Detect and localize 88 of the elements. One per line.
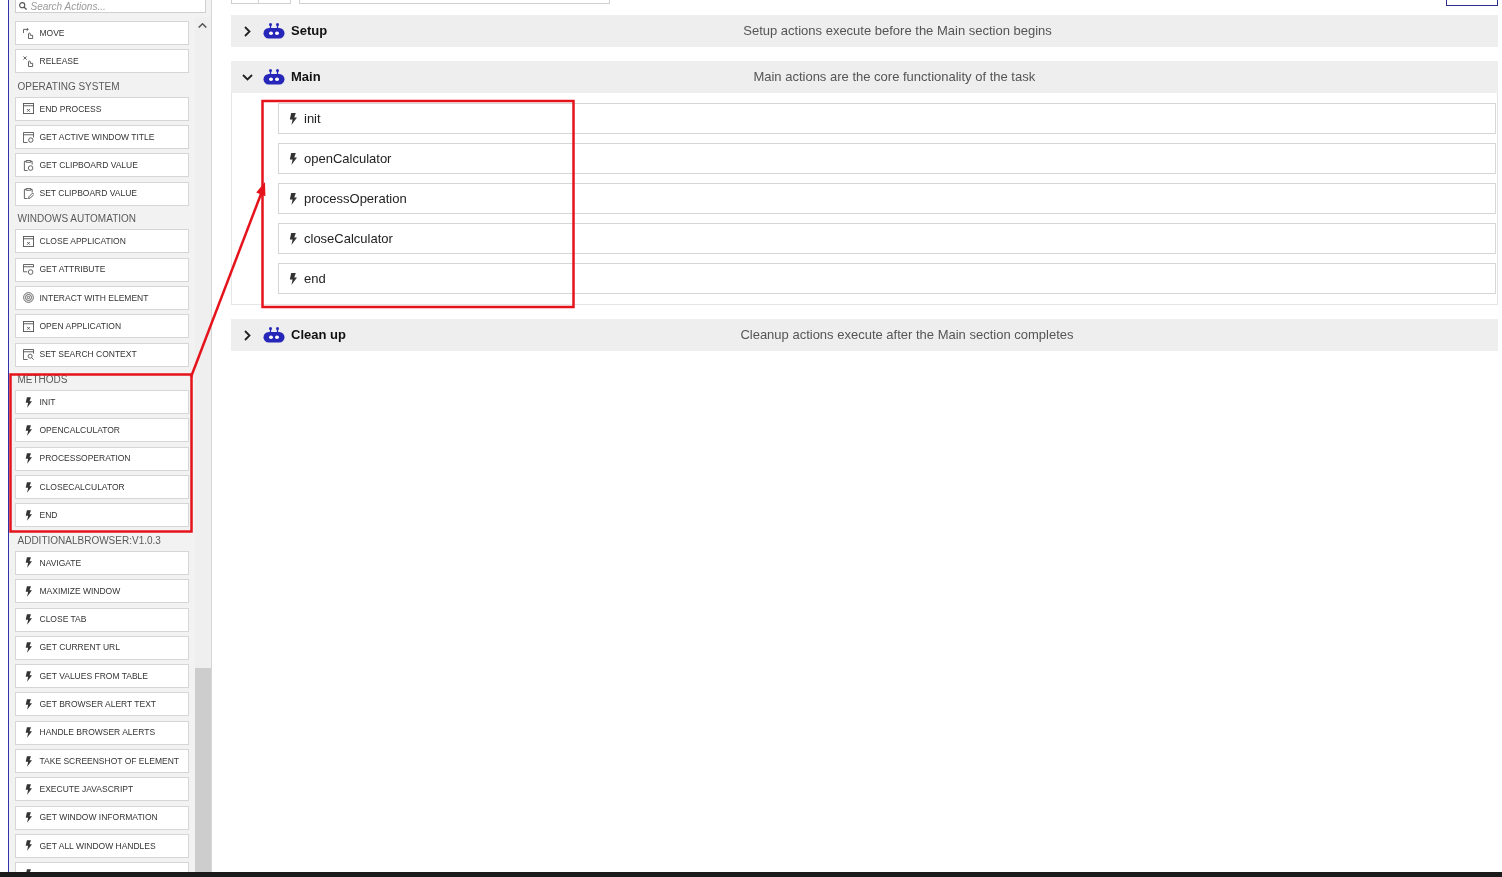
sidebar-item[interactable]: OPEN APPLICATION — [14, 314, 189, 339]
sidebar-item[interactable]: INIT — [14, 390, 189, 415]
sidebar-item[interactable]: TAKE SCREENSHOT OF ELEMENT — [14, 749, 189, 773]
pointer-arrow-icon — [22, 27, 34, 39]
action-row[interactable]: init — [278, 103, 1496, 134]
sidebar-item[interactable]: CLOSECALCULATOR — [14, 475, 189, 500]
bolt-icon — [24, 614, 32, 626]
bolt-icon — [24, 481, 32, 493]
sidebar-item[interactable]: GET CLIPBOARD VALUE — [14, 153, 189, 178]
toolbar-button[interactable] — [259, 0, 291, 4]
sidebar-item[interactable]: CLOSE TAB — [14, 607, 189, 632]
sidebar-item[interactable]: END — [14, 503, 189, 528]
text-field[interactable] — [299, 0, 610, 4]
pointer-x-icon — [22, 55, 34, 67]
bolt-icon — [289, 112, 297, 125]
sidebar-item[interactable]: CLOSE APPLICATION — [14, 229, 189, 254]
toolbar-button[interactable] — [231, 0, 259, 4]
section-title: Setup — [291, 22, 328, 41]
group-heading: OPERATING SYSTEM — [16, 79, 121, 93]
action-button[interactable] — [1446, 0, 1498, 6]
group-heading: ADDITIONALBROWSER:V1.0.3 — [16, 533, 162, 547]
bolt-icon — [24, 642, 32, 654]
sidebar-item[interactable]: NAVIGATE — [14, 550, 189, 575]
window-search-icon — [22, 349, 34, 361]
sidebar-item[interactable]: OPENCALCULATOR — [14, 418, 189, 443]
action-row[interactable]: end — [278, 263, 1496, 294]
group-heading: WINDOWS AUTOMATION — [16, 212, 137, 226]
sidebar-item[interactable]: SET CLIPBOARD VALUE — [14, 181, 189, 206]
bolt-icon — [289, 232, 297, 245]
target-icon — [22, 292, 34, 304]
bolt-icon — [24, 698, 32, 710]
bolt-icon — [24, 727, 32, 739]
window-icon — [22, 131, 34, 143]
action-row[interactable]: closeCalculator — [278, 223, 1496, 254]
robot-icon — [263, 69, 285, 85]
bolt-icon — [24, 840, 32, 852]
clipboard-icon — [22, 160, 34, 171]
group-heading: METHODS — [16, 372, 69, 386]
bolt-icon — [24, 783, 32, 795]
sidebar-item[interactable]: GET ALL WINDOW HANDLES — [14, 833, 189, 858]
bolt-icon — [24, 755, 32, 767]
sidebar-item[interactable]: GET ATTRIBUTE — [14, 257, 189, 282]
section-title: Main — [291, 68, 321, 87]
window-close-icon — [22, 103, 34, 115]
section-description: Setup actions execute before the Main section begins — [743, 22, 1052, 41]
bolt-icon — [24, 396, 32, 408]
section-header[interactable]: Main Main actions are the core functionality of the task — [231, 61, 1498, 93]
section-header[interactable]: Clean up Cleanup actions execute after the Main section completes — [231, 319, 1498, 351]
clipboard-pencil-icon — [22, 188, 34, 200]
bolt-icon — [24, 585, 32, 597]
window-close-icon — [22, 235, 34, 247]
sidebar-item[interactable]: GET WINDOW INFORMATION — [14, 805, 189, 830]
sidebar-item[interactable]: PROCESSOPERATION — [14, 446, 189, 471]
bolt-icon — [24, 670, 32, 682]
section-description: Main actions are the core functionality of the task — [753, 68, 1036, 87]
robot-icon — [263, 23, 285, 39]
bolt-icon — [289, 152, 297, 165]
bolt-icon — [24, 424, 32, 436]
bolt-icon — [24, 557, 32, 569]
bolt-icon — [289, 192, 297, 205]
sidebar-item[interactable]: MOVE — [14, 21, 189, 45]
search-icon — [18, 2, 27, 10]
sidebar-item[interactable]: END PROCESS — [14, 96, 189, 121]
sidebar-item[interactable]: GET BROWSER ALERT TEXT — [14, 692, 189, 717]
bolt-icon — [289, 272, 297, 285]
sidebar-item[interactable]: EXECUTE JAVASCRIPT — [14, 777, 189, 802]
sidebar-item[interactable]: GET ACTIVE WINDOW TITLE — [14, 125, 189, 150]
sidebar-item[interactable]: GET VALUES FROM TABLE — [14, 664, 189, 689]
sidebar-item[interactable]: MAXIMIZE WINDOW — [14, 579, 189, 604]
chevron-up-icon — [198, 22, 207, 28]
bolt-icon — [24, 509, 32, 521]
window-close-icon — [22, 320, 34, 332]
sidebar-item[interactable]: GET CURRENT URL — [14, 635, 189, 660]
section-description: Cleanup actions execute after the Main section completes — [740, 326, 1074, 345]
section-title: Clean up — [291, 326, 346, 345]
bolt-icon — [24, 453, 32, 465]
action-row[interactable]: openCalculator — [278, 143, 1496, 174]
robot-icon — [263, 327, 285, 343]
sidebar-item[interactable]: INTERACT WITH ELEMENT — [14, 285, 189, 310]
sidebar-item[interactable]: HANDLE BROWSER ALERTS — [14, 720, 189, 745]
section-header[interactable]: Setup Setup actions execute before the Main section begins — [231, 15, 1498, 47]
sidebar-item[interactable]: RELEASE — [14, 49, 189, 74]
window-circle-icon — [22, 264, 34, 276]
action-row[interactable]: processOperation — [278, 183, 1496, 214]
bolt-icon — [24, 812, 32, 824]
sidebar-item[interactable]: SET SEARCH CONTEXT — [14, 342, 189, 367]
scrollbar-thumb[interactable] — [194, 668, 211, 872]
search-field[interactable]: Search Actions... — [14, 0, 206, 13]
